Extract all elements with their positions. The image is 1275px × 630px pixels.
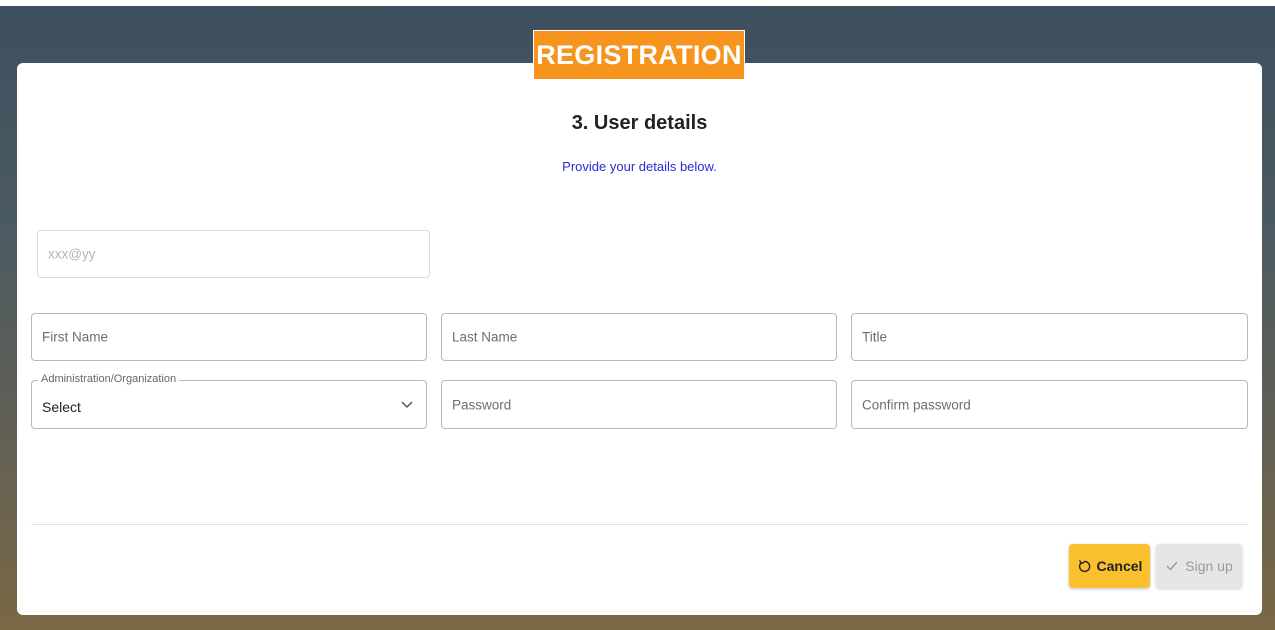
title-placeholder: Title — [862, 329, 888, 345]
password-placeholder: Password — [452, 397, 512, 412]
organization-value: Select — [42, 399, 81, 415]
check-icon — [1165, 559, 1179, 573]
signup-label: Sign up — [1185, 558, 1233, 574]
organization-label: Administration/Organization — [38, 373, 180, 385]
organization-select[interactable]: Administration/Organization Select — [31, 373, 427, 429]
email-placeholder: xxx@yy — [48, 246, 96, 262]
signup-button[interactable]: Sign up — [1156, 544, 1242, 588]
top-strip — [0, 0, 1275, 6]
step-subtitle: Provide your details below. — [562, 159, 717, 174]
registration-badge: REGISTRATION — [533, 30, 745, 80]
cancel-label: Cancel — [1096, 558, 1143, 574]
last-name-field[interactable]: Last Name — [441, 313, 837, 361]
first-name-placeholder: First Name — [42, 329, 109, 345]
title-field[interactable]: Title — [851, 313, 1248, 361]
step-title: 3. User details — [571, 112, 708, 134]
password-field[interactable]: Password — [441, 380, 837, 429]
cancel-button[interactable]: Cancel — [1069, 544, 1150, 588]
confirm-password-field[interactable]: Confirm password — [851, 380, 1248, 429]
confirm-password-placeholder: Confirm password — [862, 397, 971, 412]
last-name-placeholder: Last Name — [452, 329, 518, 345]
registration-card: 3. User details Provide your details bel… — [17, 63, 1262, 615]
footer-divider — [31, 524, 1248, 525]
chevron-down-icon[interactable] — [400, 397, 414, 411]
undo-icon — [1077, 559, 1091, 573]
email-field[interactable]: xxx@yy — [37, 230, 430, 278]
first-name-field[interactable]: First Name — [31, 313, 427, 361]
